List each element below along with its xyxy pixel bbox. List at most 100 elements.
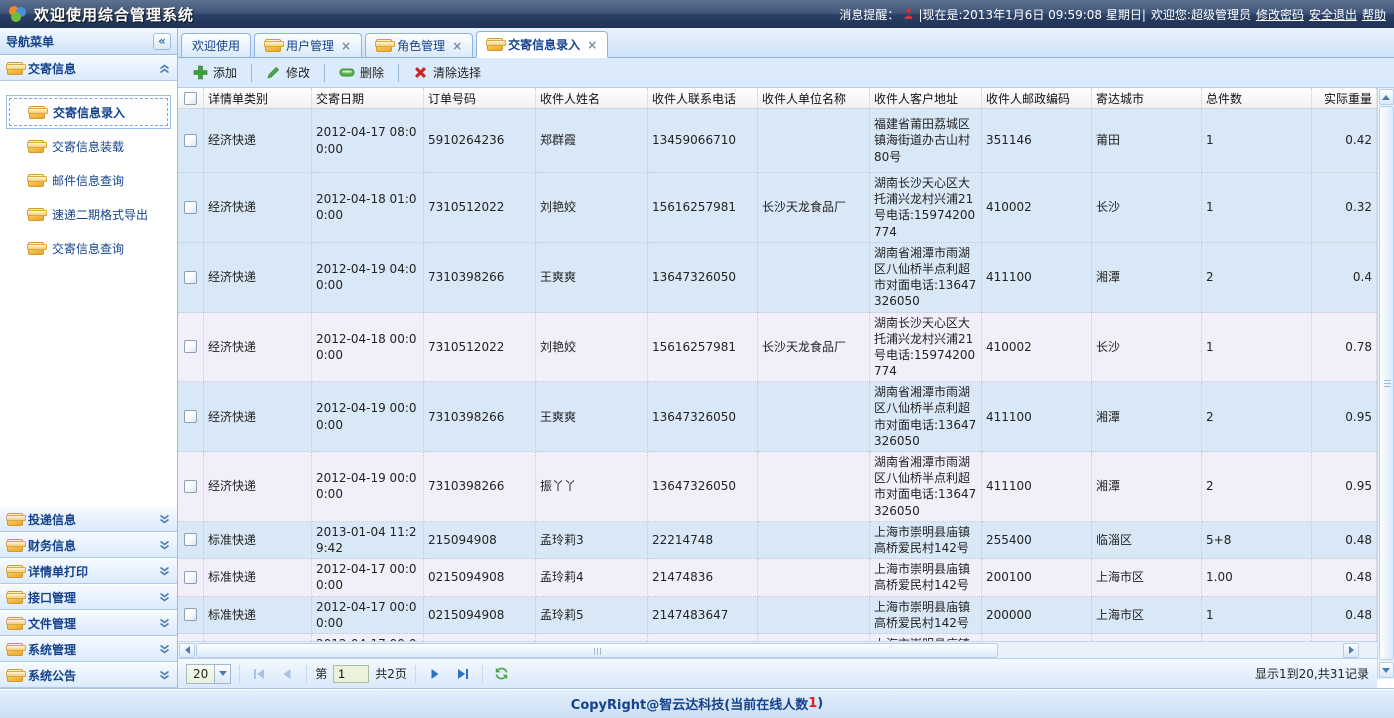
row-checkbox-cell: [178, 522, 204, 559]
table-row[interactable]: 经济快递 2012-04-19 00:00:00 7310398266 王爽爽 …: [178, 382, 1377, 452]
close-icon[interactable]: ×: [341, 39, 351, 53]
page-size-select[interactable]: 20: [186, 664, 231, 684]
row-checkbox[interactable]: [184, 533, 197, 546]
row-checkbox[interactable]: [184, 571, 197, 584]
last-page-button[interactable]: [452, 664, 474, 684]
scroll-left-button[interactable]: [179, 643, 195, 658]
sidebar-group-system-notice[interactable]: 系统公告: [0, 662, 177, 688]
add-button[interactable]: 添加: [184, 60, 246, 85]
clear-selection-button[interactable]: 清除选择: [404, 60, 490, 85]
horizontal-scroll-thumb[interactable]: [196, 643, 998, 658]
sidebar-item-express-export[interactable]: 速递二期格式导出: [6, 197, 171, 231]
column-header-weight[interactable]: 实际重量: [1312, 88, 1377, 108]
chevron-double-down-icon[interactable]: [159, 540, 170, 551]
cell-date: 2012-04-17 00:00:00: [312, 634, 424, 641]
table-row[interactable]: 经济快递 2012-04-18 00:00:00 7310512022 刘艳姣 …: [178, 313, 1377, 383]
table-row[interactable]: 标准快递 2012-04-17 00:00:00 0215094908 孟玲莉5…: [178, 597, 1377, 634]
plus-icon: [193, 65, 208, 80]
sidebar-group-delivery-info[interactable]: 交寄信息: [0, 55, 177, 81]
prev-page-button[interactable]: [276, 664, 298, 684]
row-checkbox-cell: [178, 173, 204, 243]
sidebar-item-delivery-entry[interactable]: 交寄信息录入: [6, 95, 171, 129]
tab-delivery-entry[interactable]: 交寄信息录入 ×: [476, 31, 608, 58]
chevron-double-down-icon[interactable]: [159, 514, 170, 525]
chevron-down-icon[interactable]: [214, 665, 230, 683]
chevron-double-down-icon[interactable]: [159, 592, 170, 603]
sidebar-group-finance-info[interactable]: 财务信息: [0, 532, 177, 558]
chevron-double-down-icon[interactable]: [159, 670, 170, 681]
column-header-order-no[interactable]: 订单号码: [424, 88, 536, 108]
cell-zipcode: 255400: [982, 522, 1092, 559]
table-row[interactable]: 经济快递 2012-04-18 01:00:00 7310512022 刘艳姣 …: [178, 173, 1377, 243]
delete-button[interactable]: 删除: [330, 60, 393, 85]
column-header-count[interactable]: 总件数: [1202, 88, 1312, 108]
chevron-double-down-icon[interactable]: [159, 566, 170, 577]
next-page-button[interactable]: [424, 664, 446, 684]
first-page-button[interactable]: [248, 664, 270, 684]
cell-order-no: 7310398266: [424, 243, 536, 313]
tab-role-management[interactable]: 角色管理 ×: [365, 33, 473, 57]
row-checkbox-cell: [178, 243, 204, 313]
sidebar-group-system-mgmt[interactable]: 系统管理: [0, 636, 177, 662]
close-icon[interactable]: ×: [452, 39, 462, 53]
column-header-address[interactable]: 收件人客户地址: [870, 88, 982, 108]
cell-zipcode: 200000: [982, 597, 1092, 634]
table-row[interactable]: 标准快递 2012-04-17 00:00:00 0215094908 孟玲莉4…: [178, 559, 1377, 596]
change-password-link[interactable]: 修改密码: [1256, 6, 1304, 23]
sidebar-collapse-button[interactable]: «: [153, 33, 171, 50]
pager-separator: [415, 665, 416, 683]
sidebar-group-post-info[interactable]: 投递信息: [0, 506, 177, 532]
table-row[interactable]: 经济快递 2012-04-19 00:00:00 7310398266 振丫丫 …: [178, 452, 1377, 522]
cell-zipcode: 200000: [982, 634, 1092, 641]
sidebar-item-delivery-query[interactable]: 交寄信息查询: [6, 231, 171, 265]
horizontal-scroll-track[interactable]: [196, 643, 1342, 658]
table-row[interactable]: 经济快递 2012-04-19 04:00:00 7310398266 王爽爽 …: [178, 243, 1377, 313]
package-icon: [28, 242, 44, 255]
table-row[interactable]: 标准快递 2012-04-17 00:00:00 0215094908 孟玲莉6…: [178, 634, 1377, 641]
sidebar-group-detail-print[interactable]: 详情单打印: [0, 558, 177, 584]
row-checkbox[interactable]: [184, 340, 197, 353]
page-number-input[interactable]: [333, 665, 369, 683]
sidebar-group-interface-mgmt[interactable]: 接口管理: [0, 584, 177, 610]
logout-link[interactable]: 安全退出: [1309, 6, 1357, 23]
close-icon[interactable]: ×: [587, 38, 597, 52]
column-header-type[interactable]: 详情单类别: [204, 88, 312, 108]
select-all-checkbox[interactable]: [184, 92, 197, 105]
sidebar-group-file-mgmt[interactable]: 文件管理: [0, 610, 177, 636]
vertical-scrollbar[interactable]: [1377, 88, 1394, 679]
cell-phone: 22214748: [648, 522, 758, 559]
edit-button[interactable]: 修改: [257, 60, 319, 85]
chevron-double-up-icon[interactable]: [159, 63, 170, 74]
vertical-scroll-thumb[interactable]: [1379, 106, 1394, 660]
help-link[interactable]: 帮助: [1362, 6, 1386, 23]
sidebar-item-mail-query[interactable]: 邮件信息查询: [6, 163, 171, 197]
row-checkbox[interactable]: [184, 410, 197, 423]
sidebar-item-delivery-load[interactable]: 交寄信息装载: [6, 129, 171, 163]
row-checkbox[interactable]: [184, 134, 197, 147]
scroll-up-button[interactable]: [1379, 89, 1394, 105]
column-header-company[interactable]: 收件人单位名称: [758, 88, 870, 108]
row-checkbox[interactable]: [184, 271, 197, 284]
column-header-date[interactable]: 交寄日期: [312, 88, 424, 108]
column-header-phone[interactable]: 收件人联系电话: [648, 88, 758, 108]
chevron-double-down-icon[interactable]: [159, 644, 170, 655]
row-checkbox[interactable]: [184, 608, 197, 621]
refresh-button[interactable]: [491, 664, 513, 684]
tab-user-management[interactable]: 用户管理 ×: [254, 33, 362, 57]
scroll-right-button[interactable]: [1343, 643, 1359, 658]
column-header-recipient[interactable]: 收件人姓名: [536, 88, 648, 108]
tab-welcome[interactable]: 欢迎使用: [181, 33, 251, 57]
row-checkbox[interactable]: [184, 201, 197, 214]
chevron-double-down-icon[interactable]: [159, 618, 170, 629]
cell-company: 长沙天龙食品厂: [758, 173, 870, 243]
table-row[interactable]: 标准快递 2013-01-04 11:29:42 215094908 孟玲莉3 …: [178, 522, 1377, 559]
scroll-down-button[interactable]: [1379, 662, 1394, 678]
delete-icon: [339, 65, 355, 80]
column-header-zipcode[interactable]: 收件人邮政编码: [982, 88, 1092, 108]
pager-separator: [239, 665, 240, 683]
horizontal-scrollbar[interactable]: [178, 641, 1377, 658]
row-checkbox[interactable]: [184, 480, 197, 493]
table-row[interactable]: 经济快递 2012-04-17 08:00:00 5910264236 郑群霞 …: [178, 109, 1377, 173]
column-header-city[interactable]: 寄达城市: [1092, 88, 1202, 108]
message-person-icon[interactable]: [904, 8, 913, 20]
